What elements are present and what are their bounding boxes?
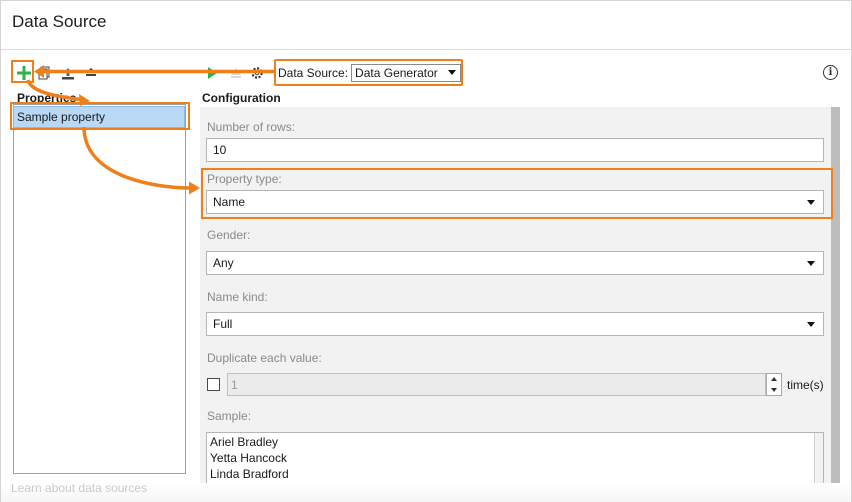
chevron-down-icon — [448, 69, 456, 75]
clear-icon — [231, 68, 241, 78]
name-kind-select[interactable]: Full — [206, 312, 824, 336]
window-title: Data Source — [12, 12, 107, 31]
data-source-selector-group: Data Source: Data Generator — [274, 59, 463, 86]
configuration-header: Configuration — [202, 91, 281, 105]
sample-item: Ariel Bradley — [210, 435, 279, 449]
name-kind-value: Full — [213, 317, 233, 331]
data-source-value: Data Generator — [355, 65, 438, 80]
copy-icon — [38, 66, 50, 80]
sample-item: Linda Bradford — [210, 467, 289, 481]
settings-icon — [251, 67, 263, 79]
sample-list: Ariel Bradley Yetta Hancock Linda Bradfo… — [206, 432, 824, 487]
title-bar: Data Source — [1, 1, 851, 50]
chevron-down-icon — [807, 322, 815, 327]
add-icon — [17, 66, 31, 80]
gender-value: Any — [213, 256, 234, 270]
sample-item: Yetta Hancock — [210, 451, 287, 465]
rows-label: Number of rows: — [207, 120, 296, 134]
duplicate-count-spinner[interactable] — [766, 373, 782, 396]
add-property-button[interactable] — [15, 64, 33, 82]
settings-button[interactable] — [248, 64, 266, 82]
selected-property-highlight — [10, 102, 190, 130]
rows-input[interactable]: 10 — [206, 138, 824, 162]
data-source-window: Data Source Data Source: Data Generator … — [0, 0, 852, 502]
run-icon — [208, 67, 217, 79]
duplicate-count-value: 1 — [231, 377, 238, 392]
name-kind-label: Name kind: — [207, 290, 268, 304]
data-source-label: Data Source: — [278, 65, 349, 80]
run-button[interactable] — [203, 64, 221, 82]
data-source-dropdown[interactable]: Data Generator — [351, 63, 461, 82]
chevron-down-icon — [807, 261, 815, 266]
scrollbar-thumb[interactable] — [831, 107, 840, 483]
duplicate-suffix: time(s) — [787, 378, 824, 392]
duplicate-count-input[interactable]: 1 — [227, 373, 766, 396]
move-up-icon — [86, 68, 96, 76]
gender-label: Gender: — [207, 228, 251, 242]
rows-value: 10 — [213, 143, 227, 157]
duplicate-label: Duplicate each value: — [207, 351, 322, 365]
move-up-button[interactable] — [82, 64, 100, 82]
configuration-scrollbar[interactable] — [831, 107, 840, 483]
gender-select[interactable]: Any — [206, 251, 824, 275]
move-down-button[interactable] — [59, 64, 77, 82]
properties-list[interactable] — [13, 104, 186, 474]
clear-button[interactable] — [227, 64, 245, 82]
move-down-icon — [62, 68, 74, 80]
learn-more-link[interactable]: Learn about data sources — [11, 481, 147, 495]
property-type-highlight — [201, 168, 833, 219]
sample-scrollbar[interactable] — [814, 433, 823, 486]
spin-up-icon[interactable] — [771, 377, 777, 381]
configuration-panel — [200, 107, 840, 483]
spin-down-icon[interactable] — [771, 388, 777, 392]
sample-label: Sample: — [207, 409, 252, 423]
duplicate-checkbox[interactable] — [207, 378, 220, 391]
info-icon[interactable]: i — [823, 65, 838, 80]
copy-property-button[interactable] — [36, 64, 54, 82]
